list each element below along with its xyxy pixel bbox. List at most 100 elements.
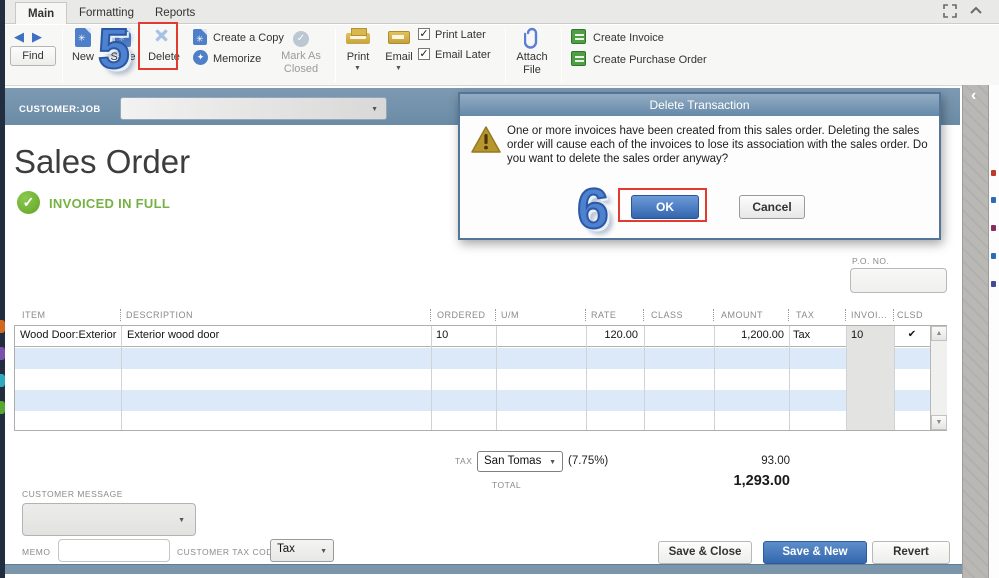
tax-combo[interactable]: San Tomas ▼ <box>477 451 563 472</box>
email-later-checkbox[interactable]: ✓ <box>418 48 430 60</box>
history-panel-collapsed[interactable]: ‹ <box>962 85 989 578</box>
save-and-new-button[interactable]: Save & New <box>763 541 867 564</box>
cell-item[interactable]: Wood Door:Exterior <box>20 329 116 341</box>
save-and-close-button[interactable]: Save & Close <box>658 541 752 564</box>
chevron-down-icon[interactable]: ▼ <box>320 548 327 555</box>
col-header-tax: TAX <box>796 310 815 320</box>
attach-file-button-line2[interactable]: File <box>511 64 553 76</box>
create-copy-button[interactable]: Create a Copy <box>213 32 289 44</box>
table-row[interactable] <box>15 411 930 432</box>
customer-job-label: CUSTOMER:JOB <box>19 104 101 115</box>
annotation-step-6: 6 <box>576 176 610 242</box>
new-icon[interactable] <box>75 28 91 47</box>
item-table-header: ITEM DESCRIPTION ORDERED U/M RATE CLASS … <box>14 308 947 324</box>
col-header-class: CLASS <box>651 310 684 320</box>
annotation-box-delete <box>138 22 178 70</box>
customer-job-combo[interactable]: ▼ <box>120 97 387 120</box>
memo-label: MEMO <box>22 547 51 557</box>
chevron-down-icon[interactable]: ▼ <box>371 106 378 113</box>
chevron-down-icon[interactable]: ▼ <box>549 459 556 466</box>
tax-label: TAX <box>455 456 473 466</box>
col-header-rate: RATE <box>591 310 617 320</box>
create-invoice-icon[interactable] <box>571 29 586 44</box>
chevron-down-icon[interactable]: ▼ <box>178 517 185 524</box>
col-header-um: U/M <box>501 310 519 320</box>
customer-message-label: CUSTOMER MESSAGE <box>22 489 123 499</box>
toolbar-separator <box>561 28 562 82</box>
status-badge: INVOICED IN FULL <box>49 196 171 211</box>
page-title: Sales Order <box>14 143 191 180</box>
cancel-button[interactable]: Cancel <box>739 195 805 219</box>
print-button[interactable]: Print <box>341 51 375 63</box>
create-copy-icon[interactable] <box>193 29 207 45</box>
tax-amount: 93.00 <box>761 455 790 467</box>
tab-reports[interactable]: Reports <box>143 2 207 24</box>
cell-ordered[interactable]: 10 <box>436 329 448 341</box>
table-row[interactable] <box>15 348 930 369</box>
email-dropdown-icon[interactable]: ▼ <box>395 65 402 72</box>
po-number-label: P.O. NO. <box>852 256 890 266</box>
toolbar-separator <box>62 28 63 82</box>
customer-tax-code-combo[interactable]: Tax ▼ <box>270 539 334 562</box>
annotation-step-5: 5 <box>97 16 131 82</box>
col-header-ordered: ORDERED <box>437 310 486 320</box>
customer-message-combo[interactable]: ▼ <box>22 503 196 536</box>
new-button[interactable]: New <box>64 51 102 63</box>
scroll-up-icon[interactable]: ▲ <box>931 326 947 341</box>
find-button[interactable]: Find <box>10 46 56 66</box>
cell-description[interactable]: Exterior wood door <box>127 329 219 341</box>
warning-icon <box>471 126 501 159</box>
table-row[interactable] <box>15 369 930 390</box>
chevron-left-icon[interactable]: ‹ <box>971 87 976 105</box>
memo-input[interactable] <box>58 539 170 562</box>
po-number-input[interactable] <box>850 268 947 293</box>
create-purchase-order-button[interactable]: Create Purchase Order <box>593 54 733 66</box>
toolbar-separator <box>335 28 336 82</box>
table-row[interactable] <box>15 390 930 411</box>
total-amount: 1,293.00 <box>733 473 790 489</box>
print-later-label[interactable]: Print Later <box>435 29 495 41</box>
print-dropdown-icon[interactable]: ▼ <box>354 65 361 72</box>
table-scrollbar[interactable]: ▲ ▼ <box>930 326 947 430</box>
tax-rate: (7.75%) <box>568 455 609 467</box>
mark-as-closed-icon: ✓ <box>293 31 309 47</box>
cell-rate[interactable]: 120.00 <box>588 329 638 341</box>
memorize-button[interactable]: Memorize <box>213 53 279 65</box>
col-header-amount: AMOUNT <box>721 310 763 320</box>
col-header-description: DESCRIPTION <box>126 310 194 320</box>
tab-main[interactable]: Main <box>15 2 68 24</box>
cell-invoiced[interactable]: 10 <box>851 329 863 341</box>
attach-file-button-line1[interactable]: Attach <box>511 51 553 63</box>
item-table: Wood Door:Exterior Exterior wood door 10… <box>14 325 947 431</box>
ribbon-tab-bar: Main Formatting Reports <box>5 0 999 24</box>
email-button[interactable]: Email <box>382 51 416 63</box>
email-icon[interactable] <box>388 31 410 44</box>
toolbar-separator <box>505 28 506 82</box>
memorize-icon[interactable]: ✦ <box>193 50 208 65</box>
print-later-checkbox[interactable]: ✓ <box>418 28 430 40</box>
cell-tax[interactable]: Tax <box>793 329 810 341</box>
annotation-box-ok <box>618 188 707 222</box>
dialog-message: One or more invoices have been created f… <box>507 125 928 165</box>
back-arrow-icon[interactable]: ◀ <box>14 29 24 45</box>
create-purchase-order-icon[interactable] <box>571 51 586 66</box>
create-invoice-button[interactable]: Create Invoice <box>593 32 683 44</box>
desktop-edge <box>989 85 999 578</box>
col-header-invoiced: INVOI... <box>851 310 888 320</box>
left-dot-teal-icon <box>0 374 5 387</box>
collapse-ribbon-icon[interactable] <box>969 4 985 20</box>
left-dot-orange-icon <box>0 320 5 333</box>
invoiced-column-shade <box>846 326 894 430</box>
expand-window-icon[interactable] <box>943 4 959 20</box>
cell-amount[interactable]: 1,200.00 <box>716 329 784 341</box>
scroll-down-icon[interactable]: ▼ <box>931 415 947 430</box>
customer-tax-code-value: Tax <box>277 543 295 555</box>
total-label: TOTAL <box>492 480 522 490</box>
forward-arrow-icon[interactable]: ▶ <box>32 29 42 45</box>
cell-closed-check-icon[interactable]: ✔ <box>894 329 930 340</box>
left-dot-purple-icon <box>0 347 5 360</box>
print-icon[interactable] <box>346 28 370 44</box>
invoiced-check-icon: ✓ <box>17 191 40 214</box>
revert-button[interactable]: Revert <box>872 541 950 564</box>
email-later-label[interactable]: Email Later <box>435 49 499 61</box>
